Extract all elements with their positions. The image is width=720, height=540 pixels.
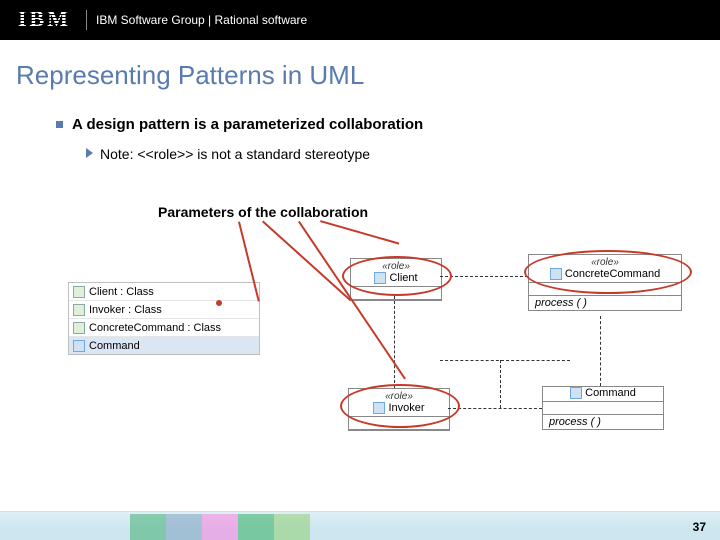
footer-bar: 37 [0,511,720,540]
table-row-selected: Command [69,337,259,354]
class-operation: process ( ) [529,296,681,310]
callout-dot [216,300,222,306]
class-icon [73,286,85,298]
bullet-note: Note: <<role>> is not a standard stereot… [100,146,370,162]
callout-ellipse [340,384,460,428]
callout-leader [320,220,399,245]
param-name: Invoker : Class [89,304,162,316]
header-bar: IBM IBM Software Group | Rational softwa… [0,0,720,40]
callout-ellipse [524,250,692,294]
parameters-label: Parameters of the collaboration [158,204,368,220]
table-row: Client : Class [69,283,259,301]
class-operation: process ( ) [543,415,663,429]
header-divider [86,10,87,30]
bullet-main: A design pattern is a parameterized coll… [72,116,423,133]
callout-ellipse [342,256,452,296]
uml-dependency [440,276,528,277]
slide: IBM IBM Software Group | Rational softwa… [0,0,720,540]
uml-class-command: Command process ( ) [542,386,664,430]
header-group-text: IBM Software Group | Rational software [96,13,307,27]
param-name: ConcreteCommand : Class [89,322,221,334]
page-number: 37 [693,520,706,534]
class-compartment [543,402,663,415]
uml-realization [600,316,601,386]
class-icon [73,322,85,334]
footer-decoration [130,514,310,540]
ibm-logo: IBM [18,6,71,32]
class-icon [73,340,85,352]
param-name: Command [89,340,140,352]
class-name: Command [543,387,663,402]
page-title: Representing Patterns in UML [16,60,364,91]
uml-dependency [440,360,570,361]
uml-dependency [448,408,542,409]
table-row: ConcreteCommand : Class [69,319,259,337]
uml-dependency [500,360,501,408]
table-row: Invoker : Class [69,301,259,319]
class-icon [73,304,85,316]
class-icon [570,387,582,399]
uml-dependency [394,296,395,388]
param-name: Client : Class [89,286,154,298]
parameter-table: Client : Class Invoker : Class ConcreteC… [68,282,260,355]
